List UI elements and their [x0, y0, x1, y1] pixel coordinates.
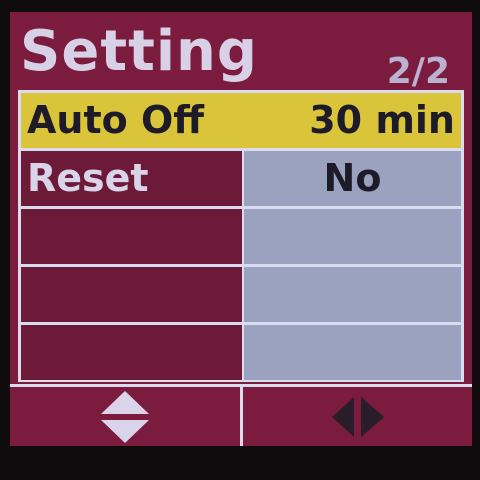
up-down-arrows-icon — [101, 390, 149, 443]
setting-label-cell — [21, 267, 242, 322]
setting-label-cell — [21, 209, 242, 264]
setting-value: No — [323, 156, 382, 200]
softkey-bar — [10, 384, 472, 446]
settings-screen: Setting 2/2 Auto Off 30 min Reset No — [10, 12, 472, 446]
setting-value-cell — [244, 209, 461, 264]
setting-label-cell: Auto Off — [21, 93, 242, 148]
setting-label: Reset — [27, 156, 149, 200]
setting-label: Auto Off — [27, 98, 205, 142]
setting-label-cell: Reset — [21, 151, 242, 206]
setting-row-auto-off[interactable]: Auto Off 30 min — [21, 93, 461, 148]
setting-row-empty — [21, 209, 461, 264]
setting-row-reset[interactable]: Reset No — [21, 151, 461, 206]
setting-label-cell — [21, 325, 242, 380]
setting-value: 30 min — [309, 98, 455, 142]
settings-list: Auto Off 30 min Reset No — [18, 90, 464, 382]
setting-value-cell — [244, 267, 461, 322]
setting-value-cell: 30 min — [242, 93, 461, 148]
setting-row-empty — [21, 267, 461, 322]
setting-value-cell — [244, 325, 461, 380]
navigate-up-down-button[interactable] — [10, 387, 240, 446]
page-title: Setting — [20, 19, 258, 84]
setting-row-empty — [21, 325, 461, 380]
change-value-button[interactable] — [243, 387, 472, 446]
left-right-arrows-icon — [331, 396, 384, 437]
setting-value-cell: No — [244, 151, 461, 206]
page-indicator: 2/2 — [386, 51, 450, 92]
